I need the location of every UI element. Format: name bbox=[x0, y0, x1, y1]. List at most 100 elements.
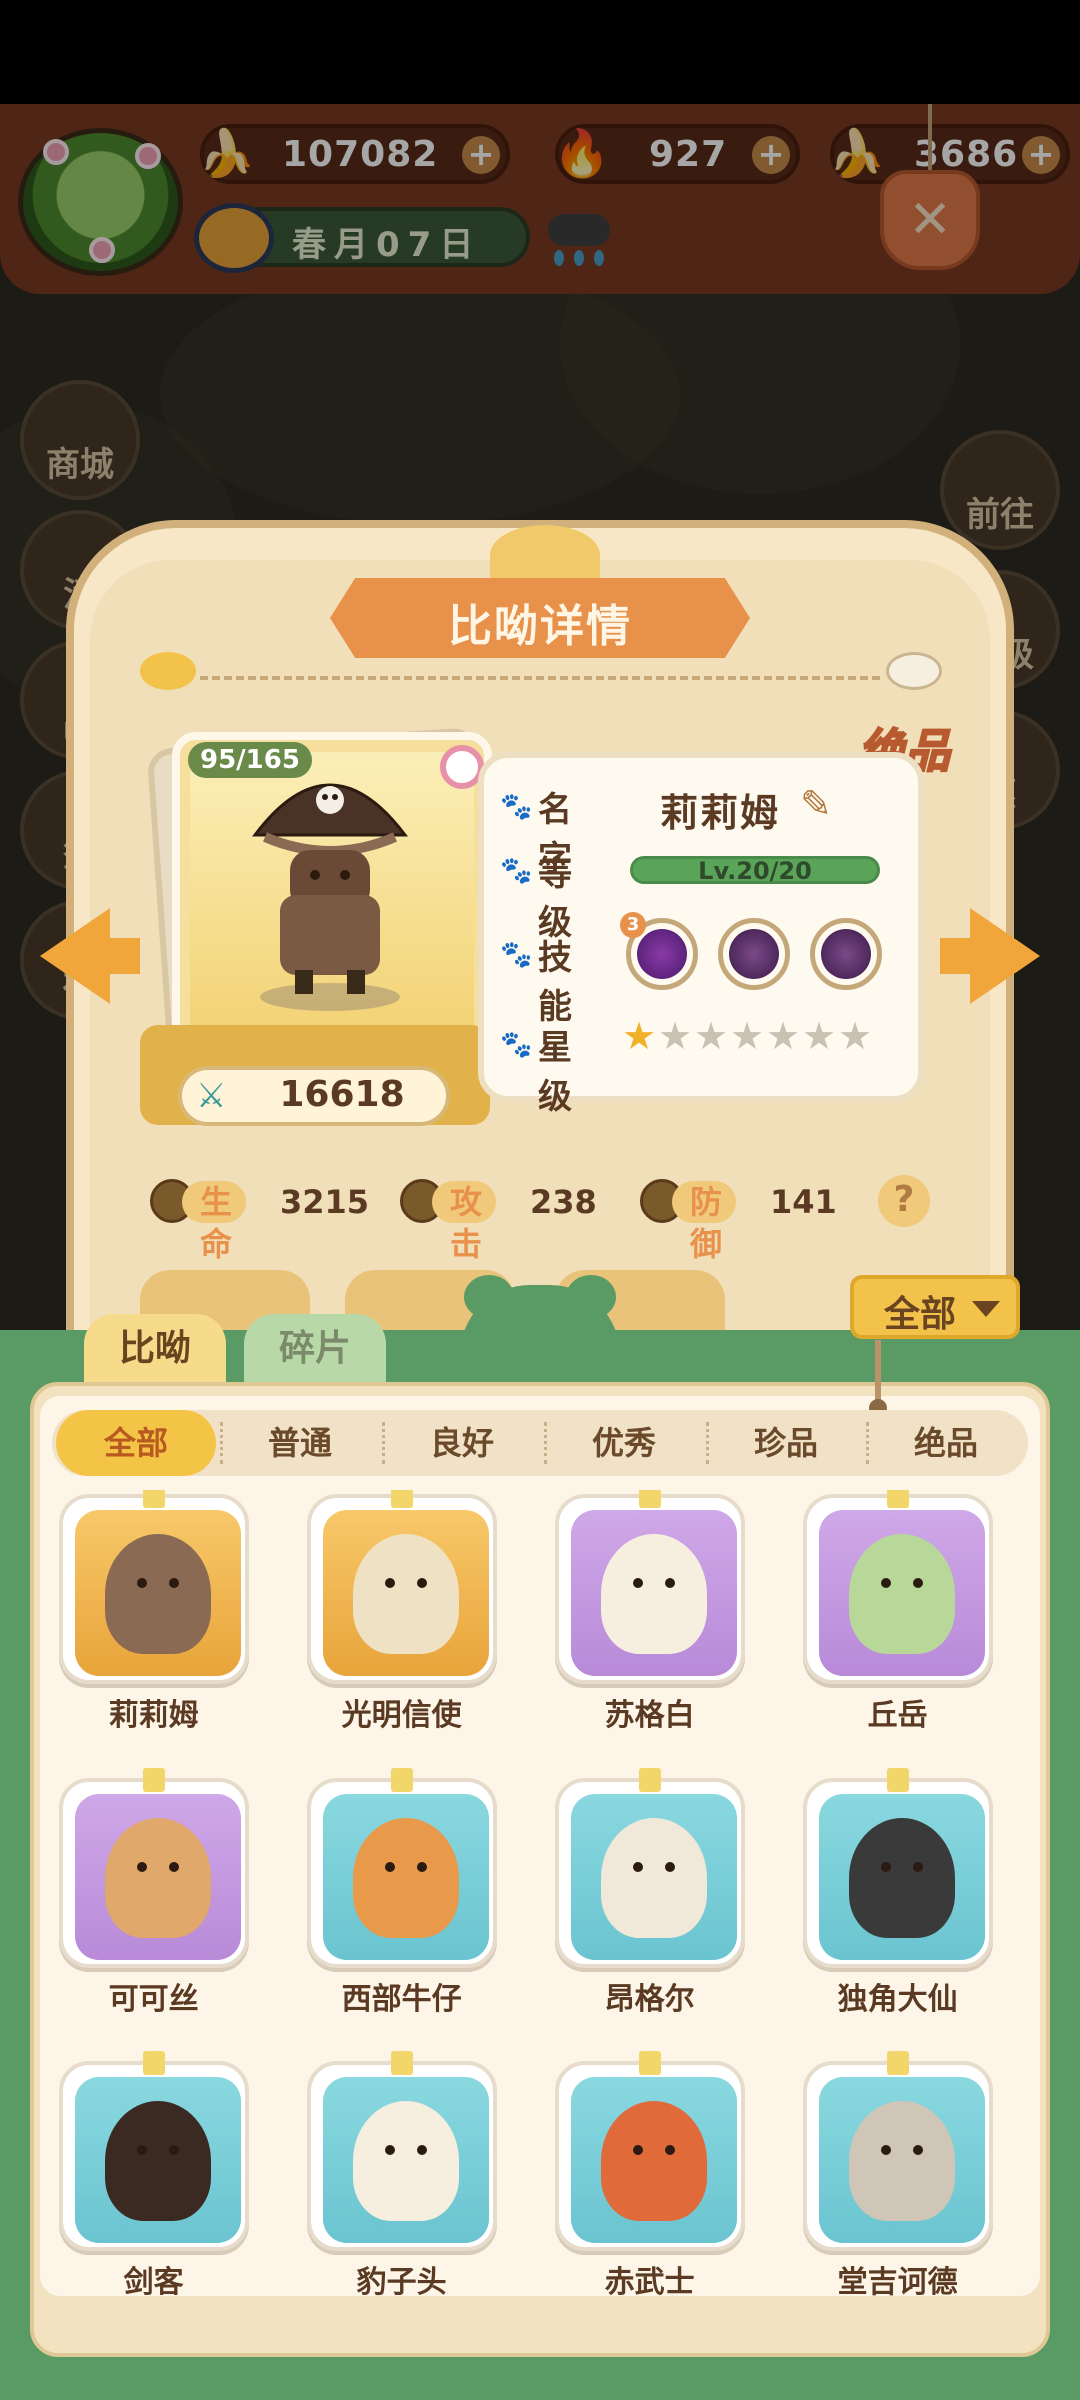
level-text: Lv.20/20 bbox=[698, 857, 812, 885]
filter-rare[interactable]: 珍品 bbox=[706, 1410, 866, 1476]
character-sprite bbox=[848, 1534, 955, 1654]
character-slot[interactable]: 西部牛仔 bbox=[306, 1767, 497, 2038]
tape-decoration bbox=[142, 1767, 165, 1792]
portrait-frame bbox=[554, 1494, 745, 1684]
level-bar: Lv.20/20 bbox=[630, 856, 880, 885]
character-slot[interactable]: 赤武士 bbox=[554, 2051, 745, 2302]
stat-hp-label: 生命 bbox=[182, 1181, 247, 1263]
paw-icon: 🐾 bbox=[500, 1030, 533, 1060]
filter-normal[interactable]: 普通 bbox=[220, 1410, 380, 1476]
tape-decoration bbox=[390, 1767, 413, 1792]
portrait-frame bbox=[306, 1777, 497, 1968]
character-slot[interactable]: 独角大仙 bbox=[802, 1767, 993, 2038]
character-sprite bbox=[104, 2101, 211, 2222]
character-slot-name: 独角大仙 bbox=[837, 1981, 958, 2017]
tape-decoration bbox=[142, 2051, 165, 2076]
skill-slot-3[interactable] bbox=[810, 918, 882, 990]
lock-icon bbox=[729, 929, 779, 979]
character-sprite bbox=[104, 1534, 211, 1654]
paw-icon: 🐾 bbox=[500, 792, 533, 822]
character-portrait bbox=[818, 1793, 985, 1960]
tab-fragments[interactable]: 碎片 bbox=[244, 1314, 386, 1384]
filter-all[interactable]: 全部 bbox=[56, 1410, 216, 1476]
filter-excellent[interactable]: 优秀 bbox=[544, 1410, 704, 1476]
character-portrait bbox=[818, 1510, 985, 1676]
portrait-frame bbox=[554, 2061, 745, 2252]
edit-name-icon[interactable]: ✎ bbox=[800, 782, 832, 826]
character-slot[interactable]: 剑客 bbox=[58, 2051, 249, 2302]
power-value: 16618 bbox=[279, 1074, 405, 1115]
character-portrait bbox=[74, 1510, 241, 1676]
detail-title: 比呦详情 bbox=[448, 601, 632, 652]
status-bar bbox=[0, 0, 1080, 104]
tape-decoration bbox=[638, 2051, 661, 2076]
portrait-frame bbox=[306, 1494, 497, 1684]
character-slot[interactable]: 光明信使 bbox=[306, 1490, 497, 1754]
character-sprite bbox=[848, 1817, 955, 1938]
character-portrait bbox=[322, 1793, 489, 1960]
paw-icon: 🐾 bbox=[500, 940, 533, 970]
character-portrait bbox=[74, 1793, 241, 1960]
character-slot-name: 赤武士 bbox=[604, 2265, 695, 2301]
filter-dropdown[interactable]: 全部 bbox=[850, 1275, 1020, 1339]
chick-icon bbox=[140, 652, 196, 690]
tape-decoration bbox=[886, 2051, 909, 2076]
tape-decoration bbox=[390, 1490, 413, 1508]
character-portrait bbox=[818, 2077, 985, 2244]
character-portrait bbox=[251, 783, 409, 1011]
character-portrait bbox=[322, 1510, 489, 1676]
portrait-frame bbox=[58, 1494, 249, 1684]
character-sprite bbox=[600, 1817, 707, 1938]
filter-legendary[interactable]: 绝品 bbox=[866, 1410, 1026, 1476]
tape-decoration bbox=[638, 1767, 661, 1792]
character-sprite bbox=[848, 2101, 955, 2222]
character-portrait bbox=[570, 1793, 737, 1960]
divider bbox=[200, 676, 880, 680]
character-slot-name: 苏格白 bbox=[604, 1698, 695, 1733]
character-grid: 莉莉姆 光明信使 苏格白 丘岳可可丝 西部牛仔 昂格尔 独角大仙剑客 豹子头 赤武士 堂吉诃德 bbox=[40, 1490, 1040, 2302]
portrait-frame bbox=[802, 2061, 993, 2252]
tape-decoration bbox=[886, 1767, 909, 1792]
skill-slot-2[interactable] bbox=[718, 918, 790, 990]
star-empty-icon: ★ bbox=[802, 1014, 837, 1058]
filter-dropdown-value: 全部 bbox=[884, 1294, 957, 1335]
character-slot-name: 光明信使 bbox=[341, 1698, 462, 1733]
character-slot-name: 昂格尔 bbox=[604, 1981, 695, 2017]
cat-ears-decoration bbox=[490, 525, 600, 585]
character-sprite bbox=[352, 1817, 459, 1938]
character-slot[interactable]: 可可丝 bbox=[58, 1767, 249, 2038]
pin-decoration bbox=[869, 1340, 887, 1417]
character-slot[interactable]: 丘岳 bbox=[802, 1490, 993, 1754]
filter-good[interactable]: 良好 bbox=[382, 1410, 542, 1476]
character-slot[interactable]: 昂格尔 bbox=[554, 1767, 745, 2038]
crossed-swords-icon: ⚔ bbox=[196, 1076, 227, 1116]
star-empty-icon: ★ bbox=[694, 1014, 729, 1058]
star-rating: ★ ★ ★ ★ ★ ★ ★ bbox=[622, 1016, 872, 1062]
tab-characters[interactable]: 比呦 bbox=[84, 1314, 226, 1384]
skill-level-badge: 3 bbox=[620, 912, 646, 938]
stat-defense-label: 防御 bbox=[672, 1181, 737, 1263]
character-slot-name: 西部牛仔 bbox=[341, 1981, 462, 2017]
power-display: ⚔ 16618 bbox=[178, 1066, 450, 1126]
character-slot[interactable]: 苏格白 bbox=[554, 1490, 745, 1754]
skill-label: 技能 bbox=[538, 938, 578, 1027]
character-sprite bbox=[600, 2101, 707, 2222]
portrait-frame bbox=[554, 1777, 745, 1968]
character-slot[interactable]: 莉莉姆 bbox=[58, 1490, 249, 1754]
character-slot[interactable]: 堂吉诃德 bbox=[802, 2051, 993, 2302]
star-empty-icon: ★ bbox=[838, 1014, 873, 1058]
character-name: 莉莉姆 bbox=[660, 791, 781, 835]
help-button[interactable]: ? bbox=[878, 1175, 930, 1227]
portrait-frame bbox=[802, 1494, 993, 1684]
next-character-button[interactable] bbox=[940, 908, 1050, 1004]
character-slot[interactable]: 豹子头 bbox=[306, 2051, 497, 2302]
portrait-frame bbox=[802, 1777, 993, 1968]
character-slot-name: 莉莉姆 bbox=[108, 1698, 199, 1733]
character-sprite bbox=[104, 1817, 211, 1938]
character-portrait bbox=[74, 2077, 241, 2244]
character-slot-name: 丘岳 bbox=[867, 1698, 928, 1733]
previous-character-button[interactable] bbox=[30, 908, 140, 1004]
skill-claw-icon bbox=[637, 929, 687, 979]
character-slot-name: 堂吉诃德 bbox=[837, 2265, 958, 2301]
portrait-frame bbox=[58, 1777, 249, 1968]
